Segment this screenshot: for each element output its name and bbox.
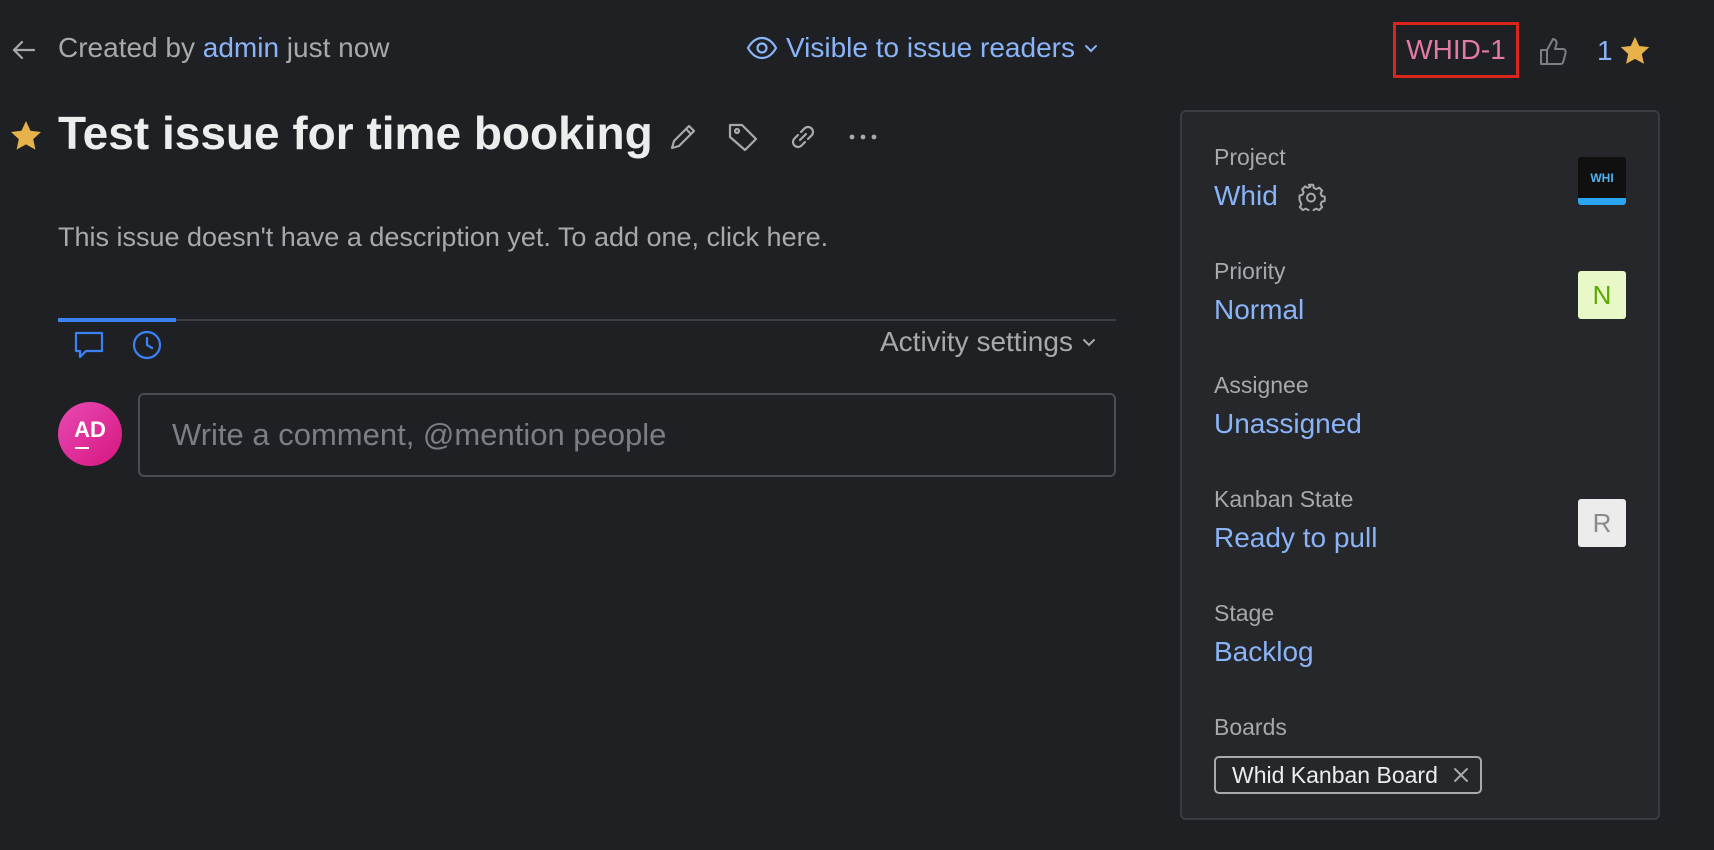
tag-icon[interactable] <box>726 120 760 154</box>
comment-icon[interactable] <box>72 328 106 362</box>
stage-value[interactable]: Backlog <box>1214 636 1314 668</box>
created-prefix: Created by <box>58 32 195 63</box>
comment-input[interactable] <box>138 393 1116 477</box>
visibility-label: Visible to issue readers <box>786 32 1075 63</box>
issue-id[interactable]: WHID-1 <box>1393 22 1519 78</box>
chevron-down-icon <box>1083 40 1099 56</box>
kanban-state-badge: R <box>1578 499 1626 547</box>
back-arrow-icon[interactable] <box>10 36 38 64</box>
stage-label: Stage <box>1214 600 1275 626</box>
priority-value[interactable]: Normal <box>1214 294 1304 326</box>
more-icon[interactable] <box>846 120 880 154</box>
vote-count: 1 <box>1597 35 1613 66</box>
pencil-icon[interactable] <box>666 120 700 154</box>
thumb-up-icon[interactable] <box>1537 36 1569 68</box>
created-user-link[interactable]: admin <box>203 32 279 63</box>
board-chip-label: Whid Kanban Board <box>1232 761 1438 788</box>
project-value[interactable]: Whid <box>1214 180 1278 212</box>
assignee-value[interactable]: Unassigned <box>1214 408 1362 440</box>
star-icon <box>1617 34 1653 68</box>
board-chip[interactable]: Whid Kanban Board <box>1214 756 1482 794</box>
avatar-initials: AD <box>74 417 106 442</box>
link-icon[interactable] <box>786 120 820 154</box>
eye-icon <box>746 36 778 60</box>
chevron-down-icon <box>1081 334 1097 350</box>
issue-title: Test issue for time booking <box>58 107 653 159</box>
active-tab-indicator <box>58 318 176 322</box>
project-badge: WHI <box>1578 157 1626 205</box>
gear-icon[interactable] <box>1296 181 1326 211</box>
description-placeholder[interactable]: This issue doesn't have a description ye… <box>58 222 828 253</box>
activity-settings-dropdown[interactable]: Activity settings <box>880 326 1097 358</box>
created-by-info: Created by admin just now <box>58 32 390 64</box>
activity-settings-label: Activity settings <box>880 326 1073 357</box>
star-icon[interactable] <box>8 118 44 154</box>
visibility-dropdown[interactable]: Visible to issue readers <box>746 32 1099 64</box>
project-label: Project <box>1214 144 1286 170</box>
boards-label: Boards <box>1214 714 1287 740</box>
avatar[interactable]: AD <box>58 402 122 466</box>
votes-button[interactable]: 1 <box>1597 34 1653 68</box>
close-icon[interactable] <box>1452 766 1470 784</box>
created-time: just now <box>286 32 390 63</box>
priority-label: Priority <box>1214 258 1286 284</box>
clock-icon[interactable] <box>130 328 164 362</box>
kanban-state-label: Kanban State <box>1214 486 1354 512</box>
assignee-label: Assignee <box>1214 372 1309 398</box>
priority-badge: N <box>1578 271 1626 319</box>
tabs-divider <box>58 319 1116 321</box>
kanban-state-value[interactable]: Ready to pull <box>1214 522 1377 554</box>
